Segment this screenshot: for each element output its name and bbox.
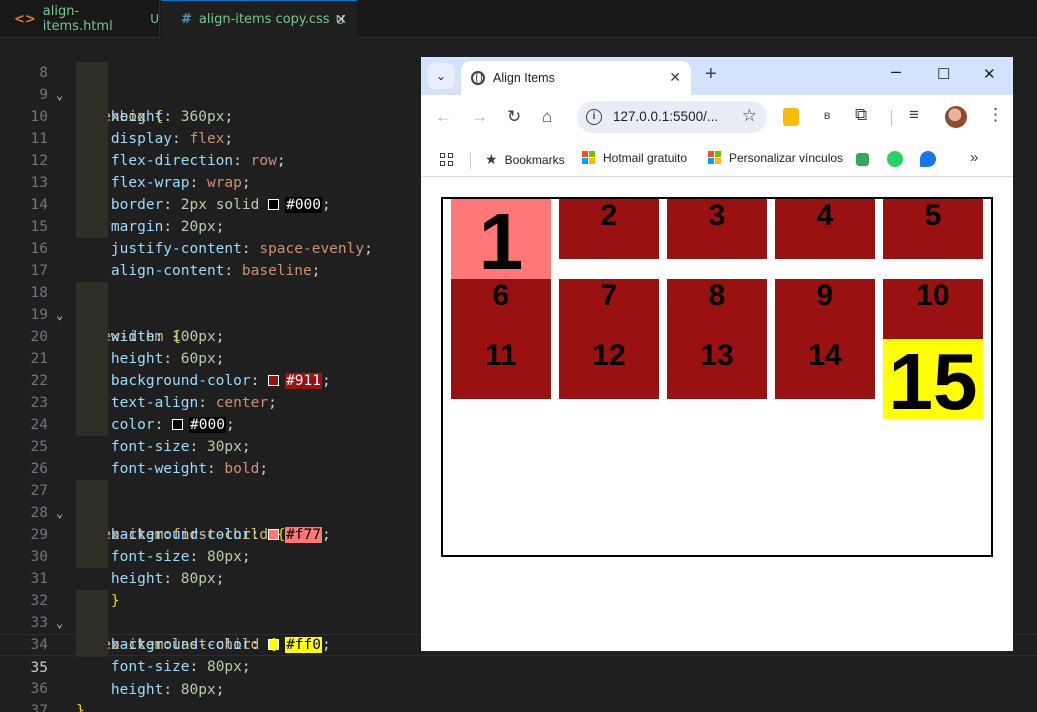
indent-guide bbox=[76, 414, 108, 436]
toolbar-divider bbox=[891, 110, 892, 126]
apps-grid-icon[interactable] bbox=[440, 153, 454, 167]
indent-guide bbox=[76, 546, 108, 568]
code-line: 36 } bbox=[0, 656, 1037, 712]
extensions-puzzle-icon[interactable]: ⧉ bbox=[855, 105, 867, 125]
indent-guide bbox=[76, 612, 108, 634]
site-info-icon[interactable]: i bbox=[586, 109, 602, 125]
untracked-badge: U bbox=[150, 12, 159, 26]
browser-tab-title: Align Items bbox=[493, 71, 555, 85]
forward-arrow-icon[interactable]: → bbox=[471, 107, 488, 127]
url-text: 127.0.0.1:5500/... bbox=[613, 109, 719, 124]
star-icon: ★ bbox=[485, 151, 498, 167]
tab-label: align-items copy.css bbox=[198, 12, 330, 27]
indent-guide bbox=[76, 84, 108, 106]
keep-extension-icon[interactable] bbox=[783, 108, 799, 126]
bookmark-star-icon[interactable]: ☆ bbox=[742, 106, 757, 126]
indent-guide bbox=[76, 480, 108, 502]
tab-align-items-copy-css[interactable]: # align-items copy.css U ✕ bbox=[161, 0, 357, 38]
flex-item: 9 bbox=[775, 279, 875, 339]
rendered-page: 1 2 3 4 5 6 7 8 9 10 11 12 13 14 15 bbox=[421, 177, 1013, 651]
flex-item: 7 bbox=[559, 279, 659, 339]
minimize-icon[interactable]: – bbox=[891, 61, 901, 82]
flex-item: 12 bbox=[559, 339, 659, 399]
microsoft-icon bbox=[708, 151, 722, 165]
indent-guide bbox=[76, 172, 108, 194]
indent-guide bbox=[76, 194, 108, 216]
reload-icon[interactable]: ↻ bbox=[507, 107, 521, 127]
indent-guide bbox=[76, 502, 108, 524]
flex-item-first: 1 bbox=[451, 199, 551, 285]
b-extension-icon[interactable]: B bbox=[824, 111, 831, 121]
bookmark-label: Personalizar vínculos bbox=[729, 151, 844, 165]
indent-guide bbox=[76, 128, 108, 150]
flex-item: 2 bbox=[559, 199, 659, 259]
code-line: 37 bbox=[0, 678, 1037, 712]
close-icon[interactable]: ✕ bbox=[335, 12, 347, 28]
media-control-icon[interactable]: ≡ bbox=[909, 105, 919, 125]
bookmarks-bar: ★ Bookmarks Hotmail gratuito Personaliza… bbox=[421, 141, 1013, 177]
flex-item: 13 bbox=[667, 339, 767, 399]
flex-item: 14 bbox=[775, 339, 875, 399]
tab-align-items-html[interactable]: <> align-items.html U bbox=[0, 0, 160, 38]
editor-tab-bar: <> align-items.html U # align-items copy… bbox=[0, 0, 1037, 38]
browser-window: ⌄ Align Items ✕ + – ☐ ✕ ← → ↻ ⌂ i 127.0.… bbox=[421, 57, 1013, 651]
globe-icon bbox=[471, 71, 485, 85]
whatsapp-icon[interactable] bbox=[887, 151, 903, 167]
bookmark-hotmail[interactable]: Hotmail gratuito bbox=[582, 151, 687, 165]
microsoft-icon bbox=[582, 151, 596, 165]
indent-guide bbox=[76, 62, 108, 84]
flex-item: 11 bbox=[451, 339, 551, 399]
flex-item-last: 15 bbox=[883, 339, 983, 425]
bookmark-personalizar[interactable]: Personalizar vínculos bbox=[708, 151, 843, 165]
html-file-icon: <> bbox=[14, 11, 36, 27]
home-icon[interactable]: ⌂ bbox=[542, 107, 552, 127]
window-close-icon[interactable]: ✕ bbox=[983, 65, 996, 83]
messages-icon[interactable] bbox=[920, 151, 936, 167]
indent-guide bbox=[76, 216, 108, 238]
indent-guide bbox=[76, 370, 108, 392]
indent-guide bbox=[76, 392, 108, 414]
indent-guide bbox=[76, 590, 108, 612]
close-icon[interactable]: ✕ bbox=[669, 69, 681, 86]
flex-item: 10 bbox=[883, 279, 983, 339]
indent-guide bbox=[76, 282, 108, 304]
address-bar[interactable]: i 127.0.0.1:5500/... ☆ bbox=[577, 101, 767, 133]
indent-guide bbox=[76, 304, 108, 326]
meet-icon[interactable] bbox=[856, 153, 869, 166]
bookmark-bookmarks[interactable]: ★ Bookmarks bbox=[485, 151, 565, 168]
browser-toolbar: ← → ↻ ⌂ i 127.0.0.1:5500/... ☆ B ⧉ ≡ ⋮ bbox=[421, 95, 1013, 141]
profile-avatar[interactable] bbox=[945, 106, 967, 128]
flex-item: 6 bbox=[451, 279, 551, 339]
flexbox-container: 1 2 3 4 5 6 7 8 9 10 11 12 13 14 15 bbox=[441, 197, 993, 557]
tab-label: align-items.html bbox=[42, 4, 113, 34]
indent-guide bbox=[76, 348, 108, 370]
indent-guide bbox=[76, 524, 108, 546]
bookmark-label: Bookmarks bbox=[504, 152, 565, 167]
more-bookmarks-icon[interactable]: » bbox=[970, 149, 978, 166]
indent-guide bbox=[76, 635, 108, 657]
browser-title-bar: ⌄ Align Items ✕ + – ☐ ✕ bbox=[421, 57, 1013, 95]
maximize-icon[interactable]: ☐ bbox=[937, 65, 950, 83]
flex-item: 4 bbox=[775, 199, 875, 259]
code-line: 38 bbox=[0, 700, 1037, 712]
tab-search-button[interactable]: ⌄ bbox=[427, 63, 455, 89]
browser-tab[interactable]: Align Items ✕ bbox=[461, 61, 691, 95]
indent-guide bbox=[76, 106, 108, 128]
indent-guide bbox=[76, 150, 108, 172]
flex-item: 8 bbox=[667, 279, 767, 339]
new-tab-button[interactable]: + bbox=[705, 63, 717, 86]
more-menu-icon[interactable]: ⋮ bbox=[987, 105, 1004, 125]
bookmarks-divider bbox=[470, 153, 471, 169]
flex-item: 5 bbox=[883, 199, 983, 259]
indent-guide bbox=[76, 326, 108, 348]
back-arrow-icon[interactable]: ← bbox=[435, 107, 452, 127]
bookmark-label: Hotmail gratuito bbox=[603, 151, 688, 165]
css-file-icon: # bbox=[181, 12, 192, 27]
flex-item: 3 bbox=[667, 199, 767, 259]
